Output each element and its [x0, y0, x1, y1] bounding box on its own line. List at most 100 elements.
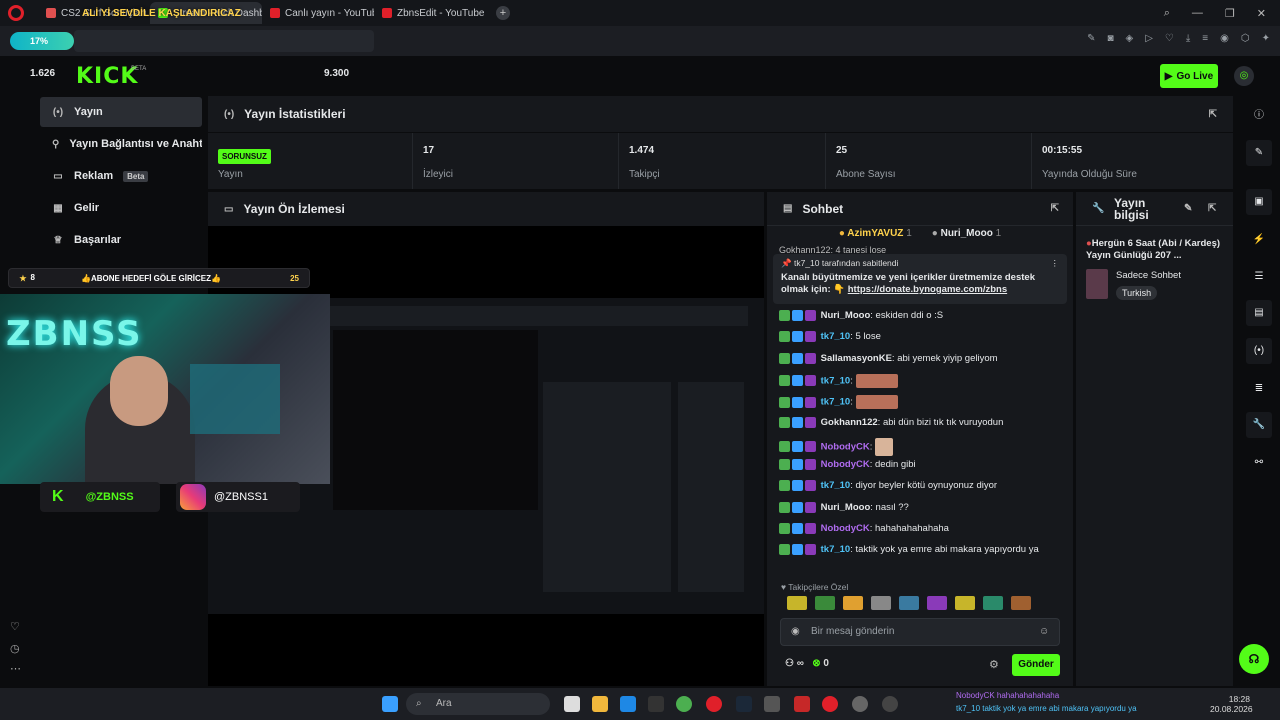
chat-message-input[interactable]: Bir mesaj gönderin — [780, 618, 1060, 646]
emote[interactable] — [871, 596, 891, 610]
url-field[interactable] — [74, 30, 374, 52]
support-headset-icon[interactable]: ☊ — [1239, 644, 1269, 674]
wrench-icon[interactable]: 🔧 — [1246, 412, 1272, 438]
record-icon[interactable] — [852, 696, 868, 712]
terminal-icon[interactable] — [648, 696, 664, 712]
chrome-icon[interactable] — [676, 696, 692, 712]
chat-username[interactable]: tk7_10 — [818, 544, 851, 555]
chat-username[interactable]: Nuri_Mooo — [818, 310, 871, 321]
chat-username[interactable]: tk7_10 — [818, 397, 851, 408]
gear-icon[interactable]: ⚙ — [989, 658, 999, 671]
lightning-icon[interactable]: ⚡ — [1246, 227, 1272, 253]
chat-message[interactable]: tk7_10: 5 lose — [779, 331, 1063, 343]
camera-icon[interactable]: ◙ — [1107, 33, 1113, 44]
list-icon[interactable]: ☰ — [1246, 264, 1272, 290]
opera-icon[interactable] — [706, 696, 722, 712]
user-avatar[interactable]: ◎ — [1234, 66, 1254, 86]
minimize-button[interactable]: — — [1192, 7, 1203, 20]
stats-icon[interactable]: ▣ — [1246, 189, 1272, 215]
close-icon[interactable]: ✕ — [1257, 7, 1266, 20]
emote[interactable] — [815, 596, 835, 610]
play-icon[interactable]: ▷ — [1145, 33, 1153, 44]
chat-message[interactable]: SallamasyonKE: abi yemek yiyip geliyom — [779, 352, 1063, 365]
sidebar-item-ads[interactable]: ▭ Reklam Beta — [40, 161, 202, 191]
popout-icon[interactable]: ⇱ — [1209, 109, 1217, 120]
edit-icon[interactable]: ✎ — [1087, 33, 1095, 44]
chat-username[interactable]: Gokhann122 — [818, 417, 878, 428]
edit-icon[interactable]: ✎ — [1246, 140, 1272, 166]
folder-icon[interactable] — [592, 696, 608, 712]
emote[interactable] — [899, 596, 919, 610]
sidebar-item-achievements[interactable]: ♕ Başarılar — [40, 225, 202, 255]
chat-message[interactable]: Nuri_Mooo: nasıl ?? — [779, 501, 1063, 514]
users-icon[interactable]: ⚇ ∞ — [785, 658, 804, 669]
chat-message[interactable]: tk7_10: diyor beyler kötü oynuyonuz diyo… — [779, 480, 1063, 492]
chat-username[interactable]: tk7_10 — [818, 331, 851, 342]
ai-icon[interactable]: ✦ — [1262, 33, 1270, 44]
top-gifter-2[interactable]: ● Nuri_Mooo 1 — [932, 228, 1001, 246]
brave-icon[interactable] — [794, 696, 810, 712]
file-icon[interactable] — [564, 696, 580, 712]
chat-username[interactable]: NobodyCK — [818, 441, 870, 452]
heart-icon[interactable]: ♡ — [1165, 33, 1174, 44]
chat-username[interactable]: NobodyCK — [818, 459, 870, 470]
app-icon[interactable] — [764, 696, 780, 712]
search-icon[interactable]: ⌕ — [1164, 7, 1170, 20]
popout-icon[interactable]: ⇱ — [1208, 203, 1216, 214]
chat-username[interactable]: NobodyCK — [818, 523, 870, 534]
emote[interactable] — [955, 596, 975, 610]
shield-icon[interactable]: ◈ — [1126, 33, 1134, 44]
sidebar-item-stream[interactable]: (•) Yayın — [40, 97, 202, 127]
opera-logo-icon[interactable] — [8, 5, 24, 21]
more-icon[interactable]: ⋯ — [10, 662, 21, 675]
chat-message[interactable]: NobodyCK: dedin gibi — [779, 459, 1063, 471]
chat-username[interactable]: tk7_10 — [818, 375, 851, 386]
donate-link[interactable]: https://donate.bynogame.com/zbns — [848, 284, 1007, 295]
stream-category[interactable]: Sadece Sohbet — [1116, 270, 1181, 281]
more-icon[interactable]: ⋮ — [1051, 258, 1060, 269]
emoji-icon[interactable]: ☺ — [1039, 626, 1049, 637]
download-icon[interactable]: ⤓ — [1186, 33, 1190, 44]
share-icon[interactable]: ⚯ — [1246, 450, 1272, 476]
edit-icon[interactable]: ✎ — [1184, 203, 1192, 214]
popout-icon[interactable]: ⇱ — [1051, 203, 1059, 214]
clock-icon[interactable]: ◷ — [10, 642, 20, 655]
emote[interactable] — [1011, 596, 1031, 610]
chat-message[interactable]: NobodyCK: hahahahahahaha — [779, 523, 1063, 535]
chat-message[interactable]: NobodyCK: — [779, 437, 1063, 456]
chat-username[interactable]: SallamasyonKE — [818, 353, 892, 364]
emote[interactable] — [787, 596, 807, 610]
language-tag[interactable]: Turkish — [1116, 286, 1158, 300]
kick-logo[interactable]: KICK — [76, 64, 138, 89]
broadcast-icon[interactable]: (•) — [1246, 338, 1272, 364]
sidebar-item-revenue[interactable]: ▦ Gelir — [40, 193, 202, 223]
new-tab-button[interactable]: + — [496, 6, 510, 20]
chat-icon[interactable]: ▤ — [1246, 300, 1272, 326]
emote[interactable] — [927, 596, 947, 610]
system-clock[interactable]: 18:28 20.08.2026 — [1210, 694, 1253, 714]
browser-tab-youtube-studio[interactable]: Canlı yayın - YouTube Stu — [262, 2, 374, 24]
extension-icon[interactable]: ⬡ — [1241, 33, 1250, 44]
chat-message[interactable]: tk7_10: — [779, 395, 1063, 410]
media-player-icon[interactable] — [882, 696, 898, 712]
info-icon[interactable]: ⓘ — [1246, 103, 1272, 129]
browser-tab-youtube[interactable]: ZbnsEdit - YouTube — [374, 2, 486, 24]
chat-username[interactable]: tk7_10 — [818, 480, 851, 491]
store-icon[interactable] — [620, 696, 636, 712]
taskbar-search[interactable]: Ara — [406, 693, 550, 715]
emote[interactable] — [843, 596, 863, 610]
chat-username[interactable]: Nuri_Mooo — [818, 502, 871, 513]
steam-icon[interactable] — [736, 696, 752, 712]
menu-icon[interactable]: ≡ — [1202, 33, 1208, 44]
chat-message[interactable]: tk7_10: — [779, 373, 1063, 388]
restore-button[interactable]: ❐ — [1225, 7, 1235, 20]
sidebar-item-stream-key[interactable]: ⚲ Yayın Bağlantısı ve Anahtarı — [40, 129, 202, 159]
heart-icon[interactable]: ♡ — [10, 620, 20, 633]
send-button[interactable]: Gönder — [1012, 654, 1060, 676]
category-thumbnail[interactable] — [1086, 269, 1108, 299]
chat-message[interactable]: Nuri_Mooo: eskiden ddi o :S — [779, 310, 1063, 322]
obs-icon[interactable] — [822, 696, 838, 712]
emote[interactable] — [983, 596, 1003, 610]
chat-message[interactable]: tk7_10: taktik yok ya emre abi makara ya… — [779, 544, 1063, 556]
windows-start-icon[interactable] — [382, 696, 398, 712]
